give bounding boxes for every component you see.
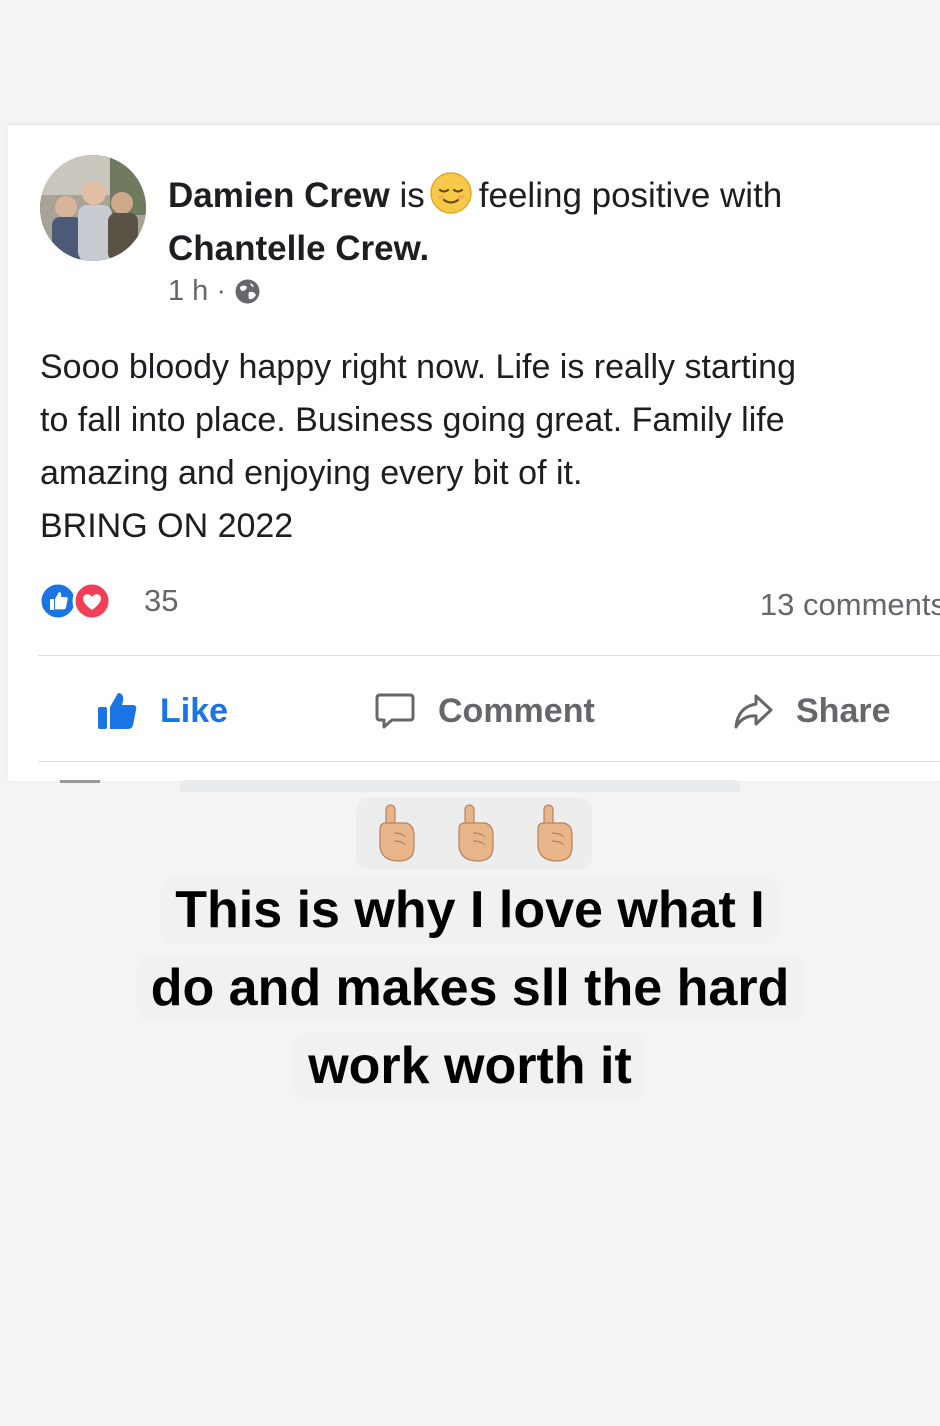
facebook-post-card: Damien Crew is feeling positive with Cha… (8, 124, 940, 781)
share-label: Share (796, 691, 891, 730)
caption-text: work worth it (294, 1032, 646, 1100)
globe-icon (235, 279, 260, 304)
next-item-peek (0, 780, 940, 792)
actions-bottom-divider (38, 761, 940, 762)
caption-line: work worth it (0, 1032, 940, 1100)
avatar[interactable] (40, 155, 146, 261)
screenshot-page: Damien Crew is feeling positive with Cha… (0, 0, 940, 1426)
top-blank-area (0, 0, 940, 122)
comment-bubble-icon (375, 693, 415, 729)
caption-line: do and makes sll the hard (0, 954, 940, 1022)
post-timestamp[interactable]: 1 h (168, 275, 208, 308)
reaction-icons (38, 581, 122, 621)
thumbs-up-icon (98, 693, 137, 729)
post-meta: 1 h · (168, 275, 261, 308)
comment-label: Comment (438, 691, 595, 730)
post-body-line: to fall into place. Business going great… (40, 401, 785, 439)
like-button[interactable]: Like (96, 673, 228, 749)
peek-pill (180, 780, 740, 792)
caption-text: This is why I love what I (161, 876, 779, 944)
actions-top-divider (38, 655, 940, 656)
avatar-photo-icon (40, 155, 146, 261)
backhand-index-pointing-up-emoji-icon (458, 804, 494, 862)
feeling-text: feeling positive with (478, 176, 783, 215)
post-body-line: BRING ON 2022 (40, 507, 294, 545)
backhand-index-pointing-up-emoji-icon (537, 804, 573, 862)
is-word: is (399, 176, 425, 215)
relieved-face-emoji-icon (430, 172, 472, 214)
reaction-count: 35 (144, 583, 179, 618)
post-body-line: Sooo bloody happy right now. Life is rea… (40, 348, 797, 386)
comment-button[interactable]: Comment (374, 673, 595, 749)
post-body-text: Sooo bloody happy right now. Life is rea… (40, 341, 940, 553)
meta-separator: · (216, 275, 226, 307)
tagged-person-name[interactable]: Chantelle Crew. (168, 229, 429, 268)
story-caption-area: This is why I love what I do and makes s… (0, 792, 940, 1426)
backhand-index-pointing-up-emoji-icon (379, 804, 415, 862)
post-action-bar: Like Comment Share (8, 673, 940, 749)
pointing-emoji-row (356, 798, 592, 870)
peek-dash (60, 780, 100, 783)
reactions-summary[interactable]: 35 (38, 581, 178, 621)
share-button[interactable]: Share (732, 673, 891, 749)
author-name[interactable]: Damien Crew (168, 176, 390, 215)
post-header: Damien Crew is feeling positive with Cha… (168, 169, 908, 275)
comments-count-link[interactable]: 13 comments (760, 587, 940, 623)
caption-line: This is why I love what I (0, 876, 940, 944)
post-body-line: amazing and enjoying every bit of it. (40, 454, 583, 492)
like-label: Like (160, 691, 229, 730)
caption-text: do and makes sll the hard (136, 954, 804, 1022)
share-arrow-icon (734, 694, 773, 729)
love-reaction-icon (72, 581, 112, 621)
